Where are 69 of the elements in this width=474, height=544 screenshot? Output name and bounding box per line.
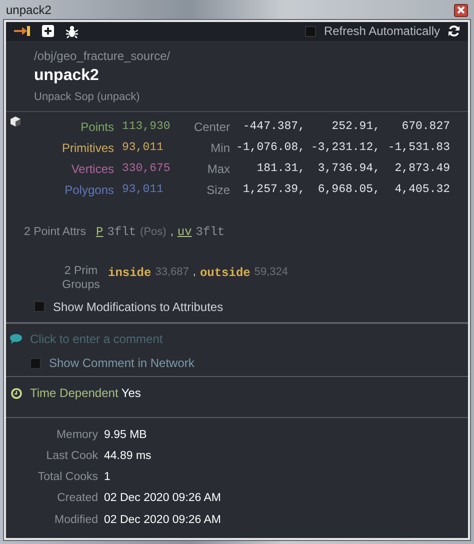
time-dependent-label: Time Dependent [30, 386, 118, 400]
node-path: /obj/geo_fracture_source/ [34, 48, 172, 65]
attrs-label: 2 Point Attrs [24, 225, 86, 240]
checkbox[interactable] [304, 26, 316, 37]
bounds-label: Size [206, 182, 231, 200]
node-type: Unpack Sop (unpack) [34, 90, 141, 105]
bug-icon[interactable] [66, 24, 78, 38]
pin-icon[interactable] [14, 25, 30, 38]
bounds-value: -447.387, [242, 119, 305, 136]
clock-icon [11, 388, 22, 399]
stat-value: 02 Dec 2020 09:26 AM [104, 512, 222, 528]
attr-note: (Pos) [140, 225, 166, 240]
count-label: Polygons [64, 182, 115, 200]
separator: , [192, 264, 196, 280]
comment-icon [10, 334, 22, 344]
count-value: 93,011 [122, 182, 164, 198]
bounds-value: 3,736.94, [318, 161, 380, 178]
stat-label: Memory [55, 428, 98, 443]
add-icon[interactable] [42, 25, 54, 38]
attr-name: P [96, 224, 104, 242]
checkbox-label: Show Comment in Network [49, 355, 194, 372]
stat-label: Modified [54, 512, 98, 528]
stat-value: 44.89 ms [104, 448, 152, 464]
cube-icon [10, 116, 21, 128]
stat-value: 02 Dec 2020 09:26 AM [104, 491, 222, 506]
count-value: 330,675 [122, 161, 172, 178]
count-value: 93,011 [122, 140, 164, 156]
checkbox[interactable] [34, 301, 45, 312]
close-button[interactable] [454, 4, 468, 16]
bounds-value: 4,405.32 [394, 182, 450, 198]
stat-value: 9.95 MB [104, 428, 148, 443]
stat-label: Last Cook [45, 448, 98, 464]
group-name: inside [108, 264, 152, 282]
refresh-icon[interactable] [448, 25, 460, 38]
count-label: Points [80, 119, 115, 136]
bounds-value: 252.91, [332, 119, 380, 136]
bounds-value: -1,076.08, [236, 140, 305, 156]
count-label: Vertices [71, 161, 115, 178]
separator: , [170, 225, 174, 240]
attr-type: 3flt [107, 224, 136, 242]
window-title: unpack2 [6, 2, 52, 19]
count-value: 113,930 [122, 119, 172, 136]
group-count: 33,687 [155, 264, 189, 280]
stat-value: 1 [104, 470, 112, 486]
group-name: outside [200, 264, 250, 282]
groups-label: 2 Prim Groups [61, 264, 101, 292]
bounds-label: Min [210, 140, 231, 158]
bounds-value: 2,873.49 [394, 161, 450, 178]
node-name: unpack2 [34, 66, 100, 86]
bounds-value: 181.31, [256, 161, 305, 178]
checkbox[interactable] [30, 358, 41, 369]
bounds-value: 6,968.05, [318, 182, 380, 198]
close-icon [457, 6, 465, 14]
bounds-value: -3,231.12, [310, 140, 380, 156]
time-dependent-value: Yes [121, 386, 141, 400]
bounds-value: -1,531.83 [388, 140, 450, 156]
checkbox-label: Show Modifications to Attributes [53, 298, 224, 316]
comment-field[interactable]: Click to enter a comment [30, 330, 462, 348]
count-label: Primitives [62, 140, 115, 158]
bounds-value: 670.827 [402, 119, 450, 136]
stat-label: Created [56, 491, 98, 506]
attr-name: uv [177, 224, 192, 242]
stat-label: Total Cooks [36, 470, 98, 486]
group-count: 59,324 [254, 264, 288, 280]
checkbox-label: Refresh Automatically [324, 23, 440, 40]
bounds-label: Center [194, 119, 231, 136]
bounds-label: Max [207, 161, 231, 178]
attr-type: 3flt [196, 224, 225, 242]
bounds-value: 1,257.39, [242, 182, 305, 198]
